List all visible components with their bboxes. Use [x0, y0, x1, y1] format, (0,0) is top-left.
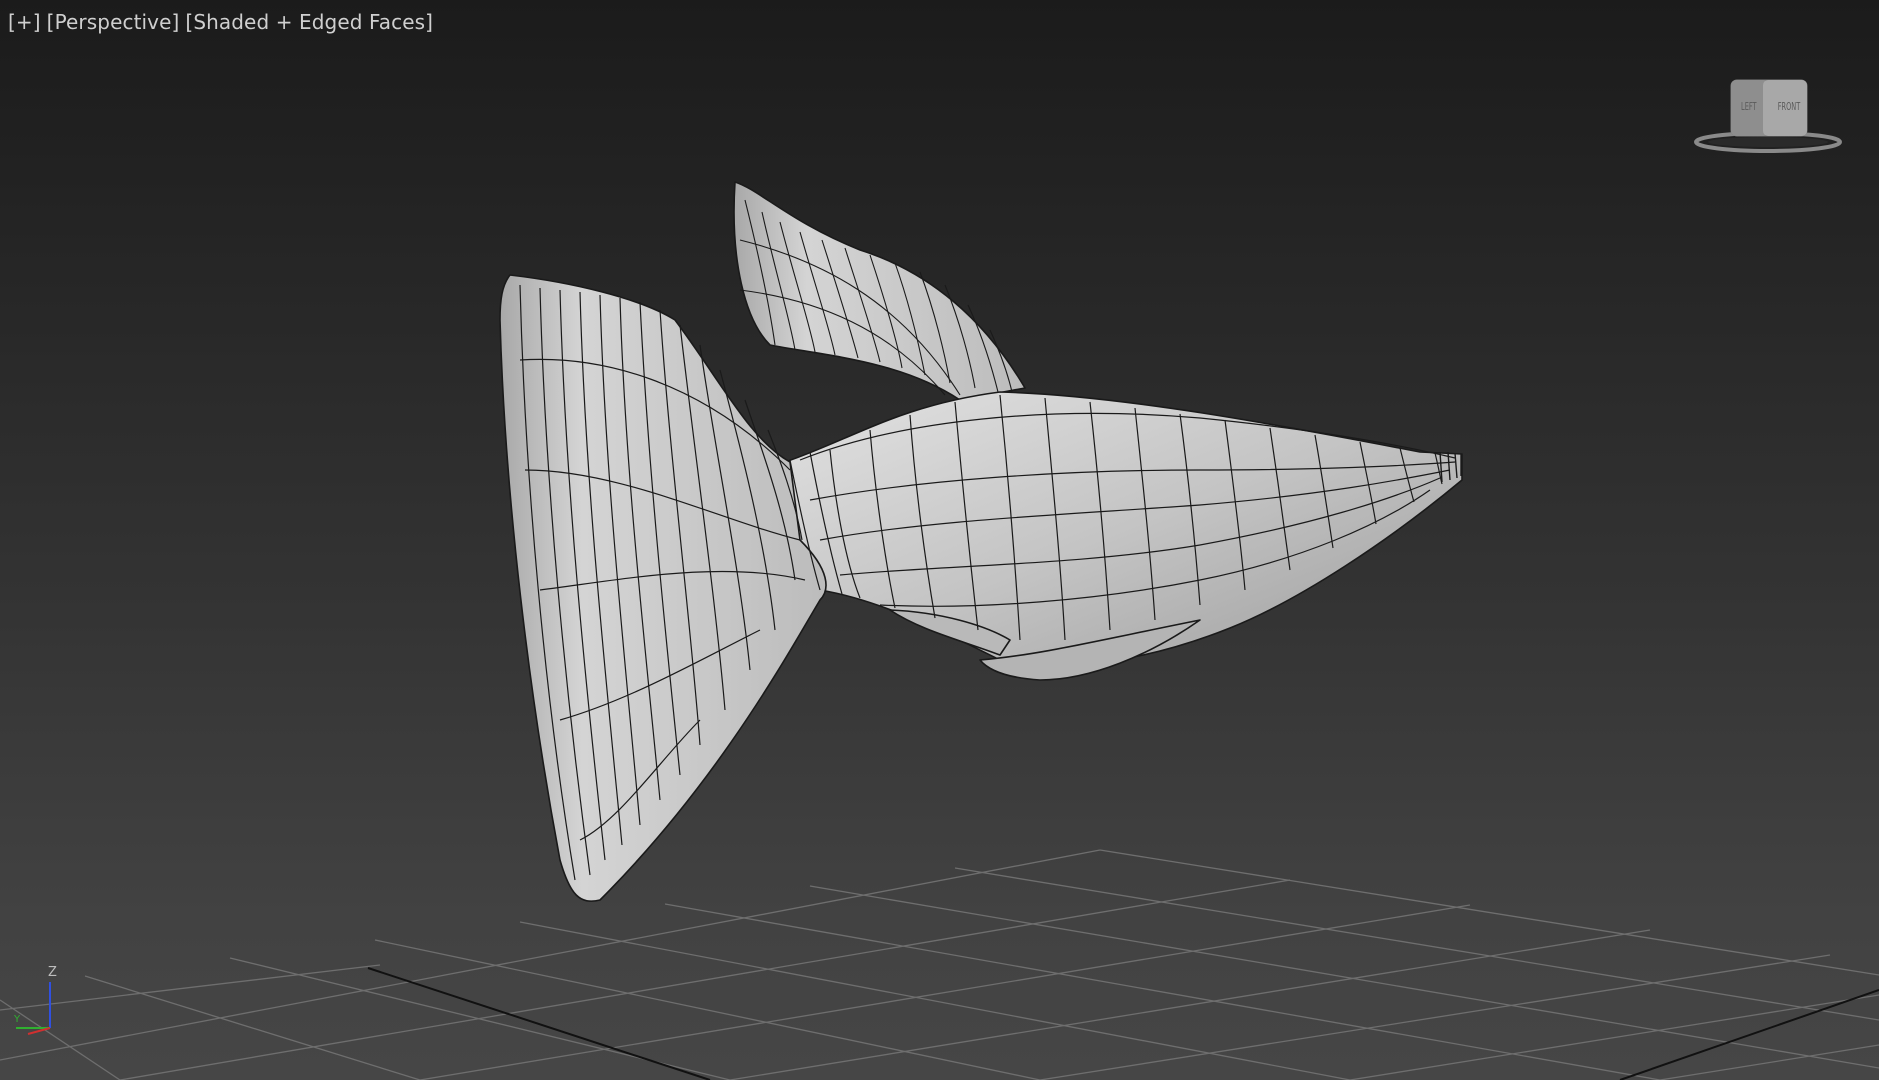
home-grid [0, 849, 1879, 1080]
axis-z-label: Z [48, 965, 57, 980]
mesh-caudal-fin [499, 274, 827, 902]
viewcube-left-label[interactable]: LEFT [1741, 102, 1757, 114]
perspective-viewport[interactable]: [+][Perspective][Shaded + Edged Faces] [0, 0, 1879, 1080]
scene-canvas[interactable] [0, 0, 1879, 1080]
mesh-dorsal-fin [733, 181, 1026, 401]
axis-y-label: Y [13, 1014, 21, 1025]
axis-tripod-icon: Z Y [13, 965, 57, 1035]
mesh-object[interactable] [499, 181, 1463, 902]
viewcube-icon[interactable]: LEFT FRONT [1693, 72, 1843, 158]
viewcube-front-label[interactable]: FRONT [1778, 102, 1801, 114]
